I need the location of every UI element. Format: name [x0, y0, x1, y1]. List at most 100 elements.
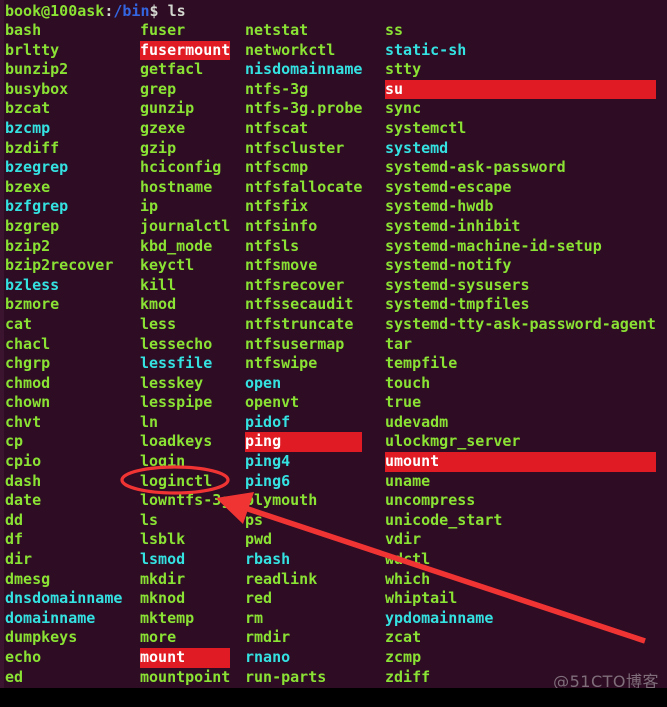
- file-entry: ntfscluster: [245, 138, 345, 157]
- file-entry: hostname: [140, 177, 213, 196]
- file-entry: lsblk: [140, 530, 186, 549]
- file-list-column-3: netstat networkctl nisdomainname ntfs-3g ntf…: [245, 21, 363, 688]
- file-entry: lsmod: [140, 550, 186, 569]
- site-watermark: @51CTO博客: [553, 672, 659, 688]
- file-entry: systemd-machine-id-setup: [385, 236, 602, 255]
- file-entry: kbd_mode: [140, 236, 213, 255]
- file-entry: rnano: [245, 648, 291, 666]
- file-entry: bash: [5, 21, 42, 39]
- file-entry: getfacl: [140, 60, 204, 79]
- file-entry: udevadm: [385, 412, 449, 431]
- file-entry: cp: [5, 432, 24, 451]
- file-entry: ed: [5, 667, 24, 686]
- file-entry: loadkeys: [140, 432, 213, 451]
- prompt-user-host: book@100ask: [5, 2, 105, 20]
- file-entry: more: [140, 628, 177, 647]
- file-entry: ntfstruncate: [245, 314, 354, 333]
- file-entry: ping: [245, 432, 363, 453]
- file-entry: ntfsmove: [245, 256, 318, 275]
- file-entry: dir: [5, 550, 33, 569]
- file-entry: ps: [245, 510, 264, 529]
- file-entry: bzdiff: [5, 138, 60, 157]
- terminal-bottom-bar: [0, 688, 667, 707]
- file-entry: run-parts: [245, 667, 327, 686]
- file-entry: grep: [140, 79, 177, 98]
- file-entry: ping4: [245, 452, 291, 471]
- prompt-path: /bin: [113, 2, 150, 20]
- file-entry: brltty: [5, 40, 60, 59]
- file-entry: lesspipe: [140, 393, 213, 412]
- file-entry: wdctl: [385, 550, 431, 569]
- file-entry: true: [385, 393, 422, 412]
- file-entry: cat: [5, 314, 33, 333]
- file-entry: bzless: [5, 275, 60, 294]
- terminal-left-border: [0, 0, 4, 688]
- file-entry: umount: [385, 452, 656, 472]
- file-entry: sync: [385, 99, 422, 118]
- file-entry: systemd-escape: [385, 177, 512, 196]
- file-entry: systemd-ask-password: [385, 158, 566, 177]
- file-entry: bzegrep: [5, 158, 69, 177]
- file-entry: hciconfig: [140, 158, 222, 177]
- file-entry: pwd: [245, 530, 273, 549]
- file-entry: mknod: [140, 589, 186, 608]
- file-entry: ntfscat: [245, 118, 309, 137]
- prompt-command: ls: [167, 2, 186, 20]
- file-entry: touch: [385, 373, 431, 392]
- file-entry: gunzip: [140, 99, 195, 118]
- file-entry: whiptail: [385, 589, 458, 608]
- file-entry: journalctl: [140, 216, 231, 235]
- file-entry: ls: [140, 510, 159, 529]
- file-entry: gzexe: [140, 118, 186, 137]
- file-entry: systemd-tty-ask-password-agent: [385, 314, 656, 333]
- file-entry: zcmp: [385, 648, 422, 666]
- file-entry: rbash: [245, 550, 291, 569]
- file-entry: chown: [5, 393, 51, 412]
- file-entry: ypdomainname: [385, 608, 494, 627]
- file-entry: networkctl: [245, 40, 336, 59]
- file-list-column-1: bash brltty bunzip2 busybox bzcat bzcmp bzdiff…: [5, 21, 122, 688]
- file-entry: mkdir: [140, 569, 186, 588]
- file-entry: systemd-notify: [385, 256, 512, 275]
- file-entry: lesskey: [140, 373, 204, 392]
- file-entry: bzgrep: [5, 216, 60, 235]
- file-entry: readlink: [245, 569, 318, 588]
- file-entry: red: [245, 589, 273, 608]
- file-entry: bzip2: [5, 236, 51, 255]
- file-entry: systemd-inhibit: [385, 216, 521, 235]
- file-entry: systemd-tmpfiles: [385, 295, 530, 314]
- file-entry: bzcmp: [5, 118, 51, 137]
- file-entry: unicode_start: [385, 510, 503, 529]
- file-entry: uncompress: [385, 491, 476, 510]
- file-entry: ntfsrecover: [245, 275, 345, 294]
- file-entry: static-sh: [385, 40, 467, 59]
- file-entry: lessfile: [140, 354, 213, 373]
- file-entry: ntfsinfo: [245, 216, 318, 235]
- file-entry: systemctl: [385, 118, 467, 137]
- file-entry: zcat: [385, 628, 422, 647]
- file-entry: dmesg: [5, 569, 51, 588]
- shell-prompt-line: book@100ask:/bin$ ls: [5, 2, 186, 21]
- prompt-dollar: $: [149, 2, 168, 20]
- file-entry: domainname: [5, 608, 96, 627]
- file-entry: bunzip2: [5, 60, 69, 79]
- file-entry: bzip2recover: [5, 256, 114, 275]
- file-entry: cpio: [5, 452, 42, 471]
- file-entry: ntfswipe: [245, 354, 318, 373]
- file-entry: ntfsfix: [245, 197, 309, 216]
- file-entry: fuser: [140, 21, 186, 39]
- file-entry: rm: [245, 608, 264, 627]
- file-entry: bzfgrep: [5, 197, 69, 216]
- file-entry: echo: [5, 648, 42, 666]
- file-entry: ntfsusermap: [245, 334, 345, 353]
- file-entry: mktemp: [140, 608, 195, 627]
- file-list-column-2: fuser fusermount getfacl grep gunzip gzexe gzi…: [140, 21, 231, 688]
- terminal-window[interactable]: book@100ask:/bin$ ls bash brltty bunzip2 bu…: [0, 0, 667, 688]
- file-entry: nisdomainname: [245, 60, 363, 79]
- file-entry: ntfs-3g: [245, 79, 309, 98]
- file-entry: ping6: [245, 471, 291, 490]
- file-entry: keyctl: [140, 256, 195, 275]
- file-entry: ntfscmp: [245, 158, 309, 177]
- file-entry: systemd: [385, 138, 449, 157]
- file-entry: chgrp: [5, 354, 51, 373]
